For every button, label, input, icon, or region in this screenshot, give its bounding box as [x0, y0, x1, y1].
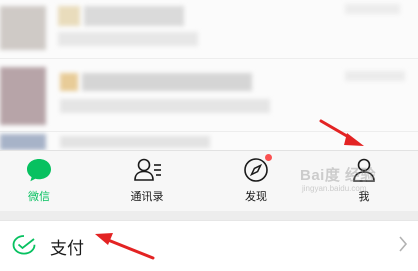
annotation-arrows — [95, 119, 364, 260]
arrow-to-pay — [95, 233, 155, 260]
arrow-to-me-tab — [319, 119, 364, 146]
